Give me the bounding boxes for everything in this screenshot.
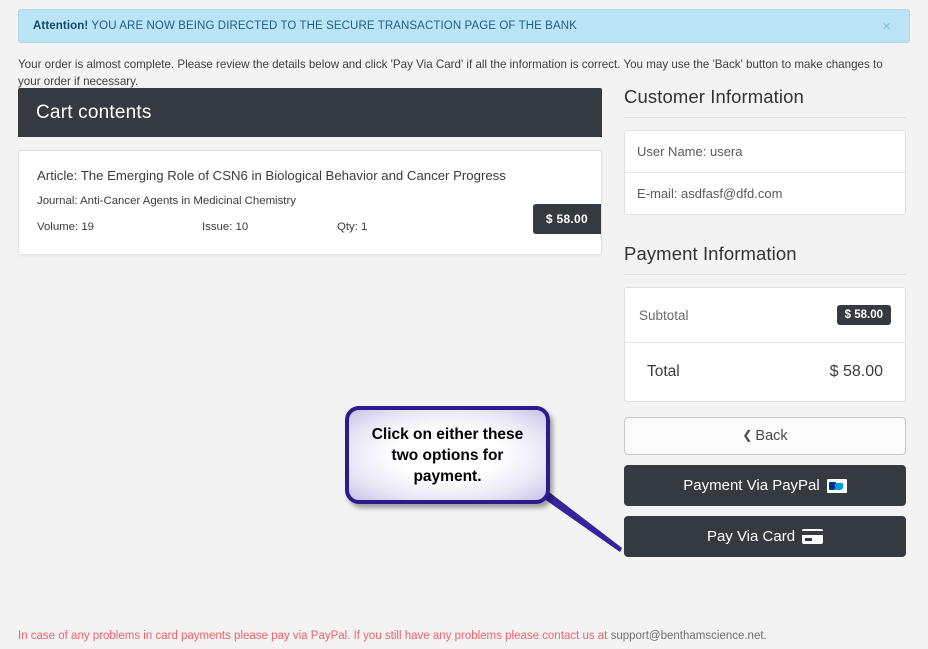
cart-item-qty: Qty: 1 — [337, 221, 368, 233]
card-button-label: Pay Via Card — [706, 528, 796, 545]
callout-box: Click on either these two options for pa… — [345, 406, 550, 504]
cart-item-journal: Journal: Anti-Cancer Agents in Medicinal… — [37, 195, 296, 207]
total-value: $ 58.00 — [829, 363, 883, 380]
section-divider — [624, 117, 906, 118]
back-button-label: Back — [755, 428, 788, 444]
customer-username-row: User Name: usera — [625, 131, 905, 173]
cart-item-meta: Volume: 19 Issue: 10 Qty: 1 — [37, 221, 583, 233]
pay-via-paypal-button[interactable]: Payment Via PayPal — [624, 465, 906, 506]
support-footer-note: In case of any problems in card payments… — [18, 630, 767, 642]
subtotal-value-badge: $ 58.00 — [836, 305, 891, 325]
credit-card-icon — [802, 529, 824, 544]
attention-alert: Attention! YOU ARE NOW BEING DIRECTED TO… — [18, 9, 910, 43]
alert-message: Attention! YOU ARE NOW BEING DIRECTED TO… — [33, 20, 577, 32]
paypal-button-label: Payment Via PayPal — [683, 477, 820, 494]
cart-item-volume: Volume: 19 — [37, 221, 94, 233]
cart-body: Article: The Emerging Role of CSN6 in Bi… — [18, 137, 602, 255]
close-icon[interactable]: × — [878, 17, 895, 36]
support-email: support@benthamscience.net. — [610, 630, 767, 642]
cart-panel: Cart contents Article: The Emerging Role… — [18, 88, 602, 255]
total-label: Total — [647, 363, 680, 380]
subtotal-row: Subtotal $ 58.00 — [625, 288, 905, 343]
customer-information-title: Customer Information — [624, 86, 804, 107]
cart-item-price-badge: $ 58.00 — [532, 204, 601, 234]
cart-item-issue: Issue: 10 — [202, 221, 249, 233]
order-instructions: Your order is almost complete. Please re… — [18, 58, 883, 88]
total-row: Total $ 58.00 — [625, 343, 905, 401]
alert-body-text: YOU ARE NOW BEING DIRECTED TO THE SECURE… — [88, 20, 577, 32]
callout-text: Click on either these two options for pa… — [371, 425, 524, 485]
checkout-sidebar: Customer Information User Name: usera E-… — [624, 86, 906, 557]
cart-item-article: Article: The Emerging Role of CSN6 in Bi… — [37, 168, 506, 183]
payment-information-title: Payment Information — [624, 243, 797, 264]
paypal-icon — [826, 478, 847, 493]
cart-title: Cart contents — [36, 101, 152, 123]
back-button[interactable]: ❮ Back — [624, 417, 906, 455]
alert-strong-label: Attention! — [33, 20, 89, 32]
annotation-callout: Click on either these two options for pa… — [330, 392, 630, 567]
section-divider — [624, 274, 906, 275]
payment-summary-card: Subtotal $ 58.00 Total $ 58.00 — [624, 287, 906, 402]
pay-via-card-button[interactable]: Pay Via Card — [624, 516, 906, 557]
callout-pointer-line — [523, 476, 622, 552]
customer-information-card: User Name: usera E-mail: asdfasf@dfd.com — [624, 130, 906, 215]
customer-email-row: E-mail: asdfasf@dfd.com — [637, 186, 783, 201]
cart-header: Cart contents — [18, 88, 602, 137]
footer-text: In case of any problems in card payments… — [18, 630, 611, 642]
subtotal-label: Subtotal — [639, 307, 689, 323]
chevron-left-icon: ❮ — [742, 428, 753, 442]
cart-item: Article: The Emerging Role of CSN6 in Bi… — [18, 150, 602, 255]
